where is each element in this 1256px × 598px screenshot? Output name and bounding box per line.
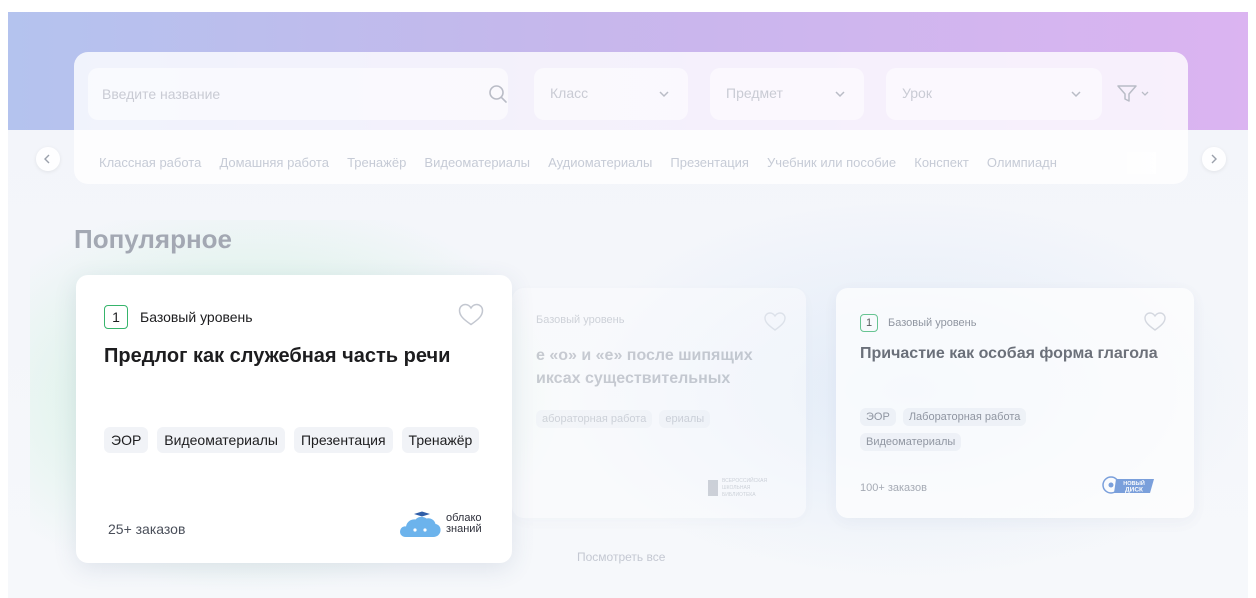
cloud-logo-icon (400, 511, 441, 537)
subject-select-label: Предмет (726, 85, 783, 101)
chip-presentation[interactable]: Презентация (667, 152, 752, 174)
chips-fade (1116, 152, 1156, 174)
publisher-name: знаний (446, 523, 482, 535)
material-card[interactable]: 1 Базовый уровень Предлог как служебная … (76, 275, 512, 563)
publisher-logo: НОВЫЙ ДИСК (1100, 474, 1156, 496)
lesson-select[interactable]: Урок (886, 68, 1102, 120)
subject-select[interactable]: Предмет (710, 68, 864, 120)
lesson-select-label: Урок (902, 85, 932, 101)
level-badge: 1 (860, 314, 878, 332)
chevron-left-icon (44, 154, 50, 164)
chip-trainer[interactable]: Тренажёр (344, 152, 409, 174)
chevron-down-icon (835, 91, 845, 98)
chevron-down-icon (1071, 91, 1081, 98)
chip-classwork[interactable]: Классная работа (96, 152, 204, 174)
level-text: Базовый уровень (140, 309, 253, 325)
heart-icon[interactable] (458, 303, 484, 327)
level-badge: 1 (104, 305, 128, 329)
tag: ериалы (659, 410, 711, 428)
publisher-name: ШКОЛЬНАЯ (722, 485, 751, 491)
class-select[interactable]: Класс (534, 68, 688, 120)
chips-scroll-left-button[interactable] (36, 147, 60, 171)
publisher-logo: ВСЕРОССИЙСКАЯ ШКОЛЬНАЯ БИБЛИОТЕКА (708, 476, 788, 502)
chip-olympiad[interactable]: Олимпиадн (984, 152, 1060, 174)
orders-count: 25+ заказов (108, 521, 186, 537)
card-title: е «о» и «е» после шипящих иксах существи… (536, 344, 806, 390)
orders-count: 100+ заказов (860, 482, 927, 494)
chip-textbook[interactable]: Учебник или пособие (764, 152, 899, 174)
chevron-right-icon (1211, 154, 1217, 164)
search-input[interactable] (102, 82, 462, 106)
section-title: Популярное (74, 224, 233, 254)
chevron-down-icon (659, 91, 669, 98)
tag: Лабораторная работа (902, 408, 1027, 426)
search-field[interactable] (88, 68, 508, 120)
chips-scroll-right-button[interactable] (1202, 147, 1226, 171)
card-title-line: иксах существительных (536, 370, 731, 387)
heart-icon[interactable] (1144, 312, 1166, 332)
level-text: Базовый уровень (536, 314, 625, 326)
heart-icon[interactable] (764, 312, 786, 332)
tag: Видеоматериалы (157, 427, 285, 453)
tag: Презентация (293, 427, 393, 453)
chip-audio[interactable]: Аудиоматериалы (545, 152, 655, 174)
publisher-name: ДИСК (1125, 487, 1143, 494)
card-title: Причастие как особая форма глагола (860, 345, 1158, 362)
tag-list: ЭОР Лабораторная работа Видеоматериалы (860, 408, 1100, 458)
material-card[interactable]: 1 Базовый уровень Причастие как особая ф… (836, 288, 1194, 518)
chip-notes[interactable]: Конспект (911, 152, 972, 174)
class-select-label: Класс (550, 85, 589, 101)
search-panel: Класс Предмет Урок Классная работа Домаш… (74, 52, 1188, 184)
view-all-link[interactable]: Посмотреть все (577, 550, 665, 564)
library-logo-icon (708, 480, 718, 496)
material-card[interactable]: Базовый уровень е «о» и «е» после шипящи… (512, 288, 806, 518)
chip-video[interactable]: Видеоматериалы (421, 152, 533, 174)
card-title-line: е «о» и «е» после шипящих (536, 347, 753, 364)
level-row: 1 Базовый уровень (104, 305, 253, 329)
level-row: 1 Базовый уровень (860, 314, 976, 332)
chip-homework[interactable]: Домашняя работа (216, 152, 332, 174)
publisher-logo: облако знаний (398, 511, 494, 541)
tag: ЭОР (860, 408, 896, 426)
filter-icon[interactable] (1104, 78, 1164, 108)
disk-logo-icon: НОВЫЙ ДИСК (1102, 476, 1154, 494)
level-text: Базовый уровень (888, 317, 977, 329)
tag: абораторная работа (536, 410, 653, 428)
publisher-name: ВСЕРОССИЙСКАЯ (722, 478, 768, 484)
card-title: Предлог как служебная часть речи (104, 345, 451, 367)
level-row: Базовый уровень (536, 314, 624, 326)
tag: Тренажёр (401, 427, 480, 453)
material-type-chips: Классная работа Домашняя работа Тренажёр… (96, 152, 1156, 174)
search-icon[interactable] (488, 84, 508, 104)
publisher-name: БИБЛИОТЕКА (722, 492, 756, 498)
tag-list: ЭОР Видеоматериалы Презентация Тренажёр (104, 427, 494, 462)
tag: Видеоматериалы (860, 433, 962, 451)
tag-list: абораторная работа ериалы (536, 410, 796, 435)
tag: ЭОР (104, 427, 149, 453)
